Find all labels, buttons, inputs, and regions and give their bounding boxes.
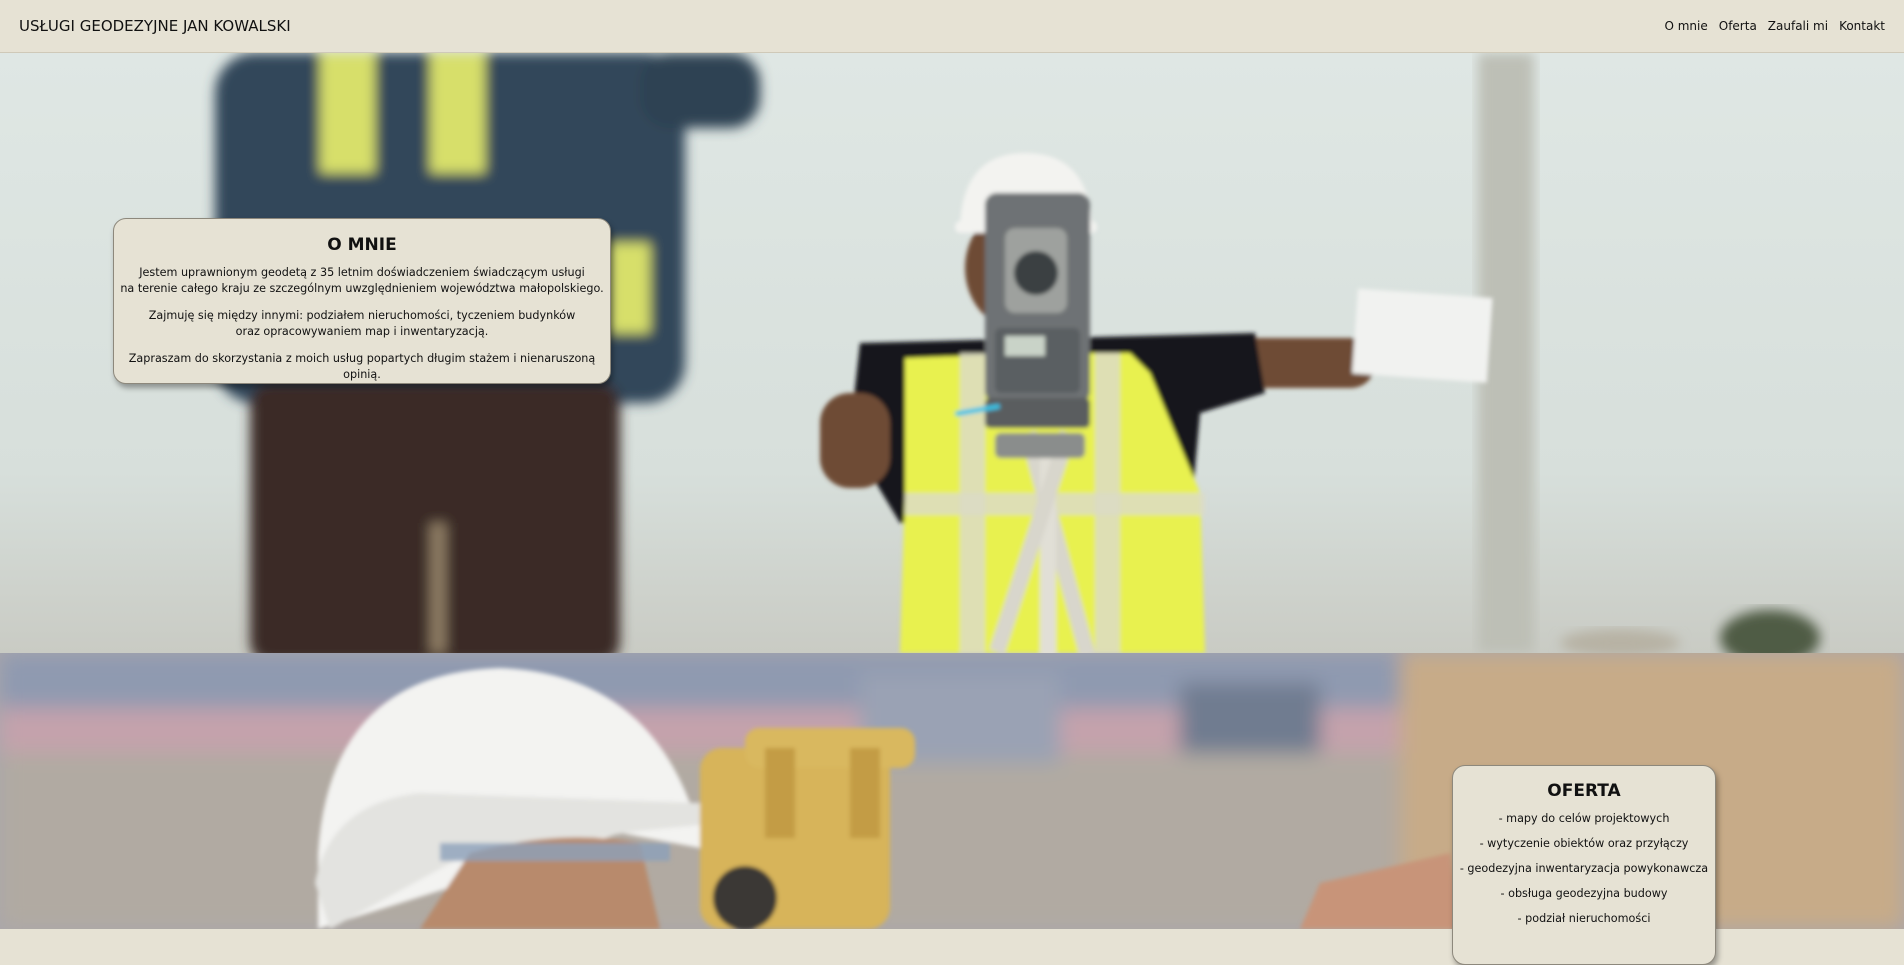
about-paragraph-2-line-2: oraz opracowywaniem map i inwentaryzacją… xyxy=(235,325,489,338)
offer-list: - mapy do celów projektowych - wytyczeni… xyxy=(1457,812,1711,926)
brand-logo-link[interactable]: USŁUGI GEODEZYJNE JAN KOWALSKI xyxy=(19,17,291,35)
offer-title: OFERTA xyxy=(1547,781,1621,801)
about-section: O MNIE Jestem uprawnionym geodetą z 35 l… xyxy=(0,53,1904,653)
about-paragraph-3: Zapraszam do skorzystania z moich usług … xyxy=(128,352,596,381)
offer-card: OFERTA - mapy do celów projektowych - wy… xyxy=(1452,765,1716,965)
offer-list-item: - mapy do celów projektowych xyxy=(1498,812,1670,825)
about-paragraph-2: Zajmuję się między innymi: podziałem nie… xyxy=(120,308,604,340)
nav-link-oferta[interactable]: Oferta xyxy=(1719,19,1757,33)
about-paragraph-1: Jestem uprawnionym geodetą z 35 letnim d… xyxy=(120,265,604,297)
offer-list-item: - podział nieruchomości xyxy=(1517,912,1651,925)
nav-links: O mnie Oferta Zaufali mi Kontakt xyxy=(1664,19,1885,33)
offer-list-item: - geodezyjna inwentaryzacja powykonawcza xyxy=(1459,862,1709,875)
about-paragraph-1-line-2: na terenie całego kraju ze szczególnym u… xyxy=(120,282,604,295)
about-paragraph-2-line-1: Zajmuję się między innymi: podziałem nie… xyxy=(148,309,576,322)
nav-link-zaufali-mi[interactable]: Zaufali mi xyxy=(1768,19,1828,33)
about-paragraph-1-line-1: Jestem uprawnionym geodetą z 35 letnim d… xyxy=(139,266,585,279)
offer-list-item: - obsługa geodezyjna budowy xyxy=(1500,887,1668,900)
nav-link-kontakt[interactable]: Kontakt xyxy=(1839,19,1885,33)
nav-link-o-mnie[interactable]: O mnie xyxy=(1664,19,1707,33)
about-card: O MNIE Jestem uprawnionym geodetą z 35 l… xyxy=(113,218,611,384)
about-title: O MNIE xyxy=(327,235,397,255)
offer-list-item: - wytyczenie obiektów oraz przyłączy xyxy=(1479,837,1689,850)
navbar: USŁUGI GEODEZYJNE JAN KOWALSKI O mnie Of… xyxy=(0,0,1904,53)
